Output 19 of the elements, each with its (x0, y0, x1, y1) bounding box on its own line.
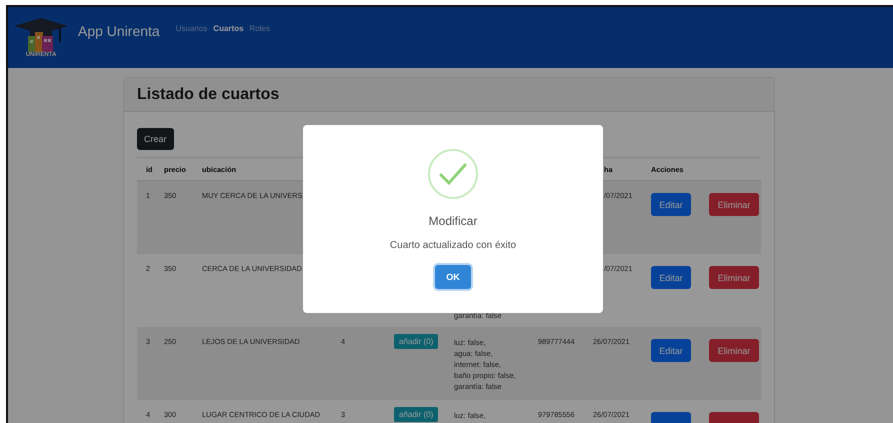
edit-button[interactable]: Editar (651, 339, 691, 362)
card-title: Listado de cuartos (137, 86, 280, 104)
delete-button[interactable]: Eliminar (709, 266, 759, 289)
add-button[interactable]: añadir (0) (394, 407, 438, 422)
ok-button[interactable]: OK (435, 265, 471, 289)
delete-button[interactable]: Eliminar (709, 339, 759, 362)
nav-link[interactable]: Cuartos (213, 24, 244, 38)
app-brand[interactable]: App Unirenta (78, 22, 160, 38)
nav-link[interactable]: Usuarios (176, 24, 208, 38)
graduation-cap-logo-icon (14, 18, 68, 54)
create-button[interactable]: Crear (137, 128, 174, 150)
dialog-message: Cuarto actualizado con éxito (390, 240, 516, 251)
success-check-icon (427, 148, 479, 200)
edit-button[interactable]: Editar (651, 266, 691, 289)
dialog-title: Modificar (428, 214, 478, 228)
delete-button[interactable]: Eliminar (709, 193, 759, 216)
nav-link[interactable]: Roles (250, 24, 270, 38)
add-button[interactable]: añadir (0) (394, 334, 438, 349)
edit-button[interactable]: Editar (651, 193, 691, 216)
